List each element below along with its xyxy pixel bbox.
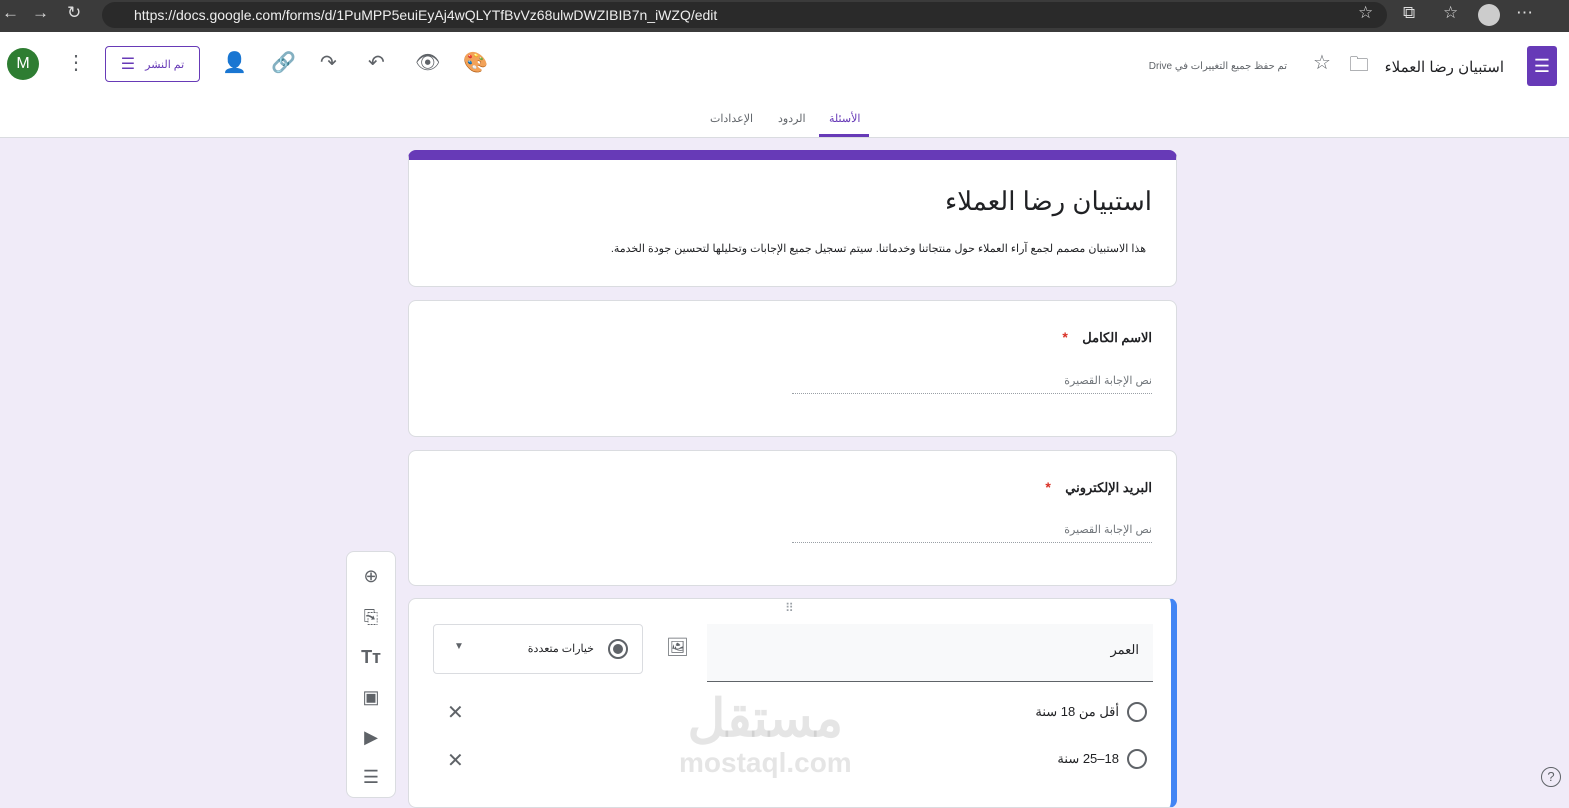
- help-icon[interactable]: ?: [1541, 767, 1561, 787]
- favorite-icon[interactable]: ☆: [1358, 3, 1373, 23]
- question-type-dropdown[interactable]: ▼ خيارات متعددة: [433, 624, 643, 674]
- add-title-icon[interactable]: Tт: [359, 647, 383, 668]
- option-row[interactable]: أقل من 18 سنة: [1035, 702, 1147, 722]
- dropdown-arrow-icon: ▼: [454, 641, 464, 652]
- address-bar[interactable]: https://docs.google.com/forms/d/1PuMPP5e…: [102, 2, 1387, 28]
- reload-icon[interactable]: ↻: [67, 3, 81, 23]
- form-header-card: استبيان رضا العملاء هذا الاستبيان مصمم ل…: [408, 150, 1177, 287]
- add-image-icon[interactable]: ▣: [359, 687, 383, 708]
- short-answer-field: نص الإجابة القصيرة: [792, 523, 1152, 543]
- doc-title[interactable]: استبيان رضا العملاء: [1385, 58, 1504, 76]
- link-icon[interactable]: 🔗: [271, 50, 296, 75]
- floating-toolbar: [346, 551, 396, 798]
- add-section-icon[interactable]: ☰: [359, 767, 383, 788]
- question-card[interactable]: البريد الإلكتروني * نص الإجابة القصيرة: [408, 450, 1177, 586]
- question-title-input[interactable]: العمر: [707, 624, 1153, 682]
- watermark: مستقل mostaql.com: [679, 690, 852, 778]
- add-question-icon[interactable]: ⊕: [359, 566, 383, 587]
- palette-icon[interactable]: 🎨: [463, 50, 488, 75]
- folder-icon[interactable]: 🗀: [1349, 50, 1369, 84]
- tab-responses[interactable]: الردود: [778, 112, 806, 125]
- active-question-card[interactable]: ⠿ العمر 🖼 ▼ خيارات متعددة أقل من 18 سنة …: [408, 598, 1177, 808]
- form-title[interactable]: استبيان رضا العملاء: [945, 186, 1152, 217]
- radio-icon: [1127, 749, 1147, 769]
- question-title: الاسم الكامل: [1082, 330, 1152, 345]
- form-description[interactable]: هذا الاستبيان مصمم لجمع آراء العملاء حول…: [446, 242, 1146, 255]
- question-card[interactable]: الاسم الكامل * نص الإجابة القصيرة: [408, 300, 1177, 437]
- option-row[interactable]: 18–25 سنة: [1057, 749, 1147, 769]
- add-video-icon[interactable]: ▶: [359, 727, 383, 748]
- add-image-icon[interactable]: 🖼: [666, 637, 689, 658]
- option-label[interactable]: 18–25 سنة: [1057, 751, 1119, 767]
- radio-icon: [1127, 702, 1147, 722]
- active-tab-indicator: [819, 134, 869, 137]
- forward-icon[interactable]: →: [32, 3, 49, 23]
- question-type-label: خيارات متعددة: [527, 643, 594, 655]
- drag-handle-icon[interactable]: ⠿: [785, 601, 794, 615]
- back-icon[interactable]: ←: [2, 3, 19, 23]
- add-collaborator-icon[interactable]: 👤: [222, 50, 247, 75]
- forms-logo-icon[interactable]: ☰: [1527, 46, 1557, 86]
- short-answer-field: نص الإجابة القصيرة: [792, 374, 1152, 394]
- import-questions-icon[interactable]: ⎘: [359, 607, 383, 628]
- redo-icon[interactable]: ↷: [320, 50, 337, 75]
- radio-type-icon: [608, 639, 628, 659]
- tab-settings[interactable]: الإعدادات: [710, 112, 753, 125]
- required-marker: *: [1045, 479, 1051, 495]
- avatar[interactable]: M: [7, 48, 39, 80]
- more-icon[interactable]: ⋯: [1516, 3, 1533, 23]
- tab-questions[interactable]: الأسئلة: [829, 112, 860, 125]
- preview-icon[interactable]: 👁: [415, 50, 440, 75]
- undo-icon[interactable]: ↶: [368, 50, 385, 75]
- extensions-icon[interactable]: ⧉: [1403, 3, 1415, 23]
- required-marker: *: [1062, 329, 1068, 345]
- more-vert-icon[interactable]: ⋮: [66, 50, 86, 75]
- question-title: البريد الإلكتروني: [1065, 480, 1152, 495]
- save-status: تم حفظ جميع التغييرات في Drive: [1148, 61, 1287, 72]
- publish-button[interactable]: ☰ تم النشر: [105, 46, 200, 82]
- favorites-icon[interactable]: ☆: [1443, 3, 1458, 23]
- tune-icon: ☰: [120, 56, 136, 73]
- profile-icon[interactable]: [1478, 4, 1500, 26]
- option-label[interactable]: أقل من 18 سنة: [1035, 704, 1119, 720]
- remove-option-icon[interactable]: ✕: [447, 748, 464, 773]
- remove-option-icon[interactable]: ✕: [447, 700, 464, 725]
- star-icon[interactable]: ☆: [1313, 50, 1331, 75]
- browser-toolbar: ← → ↻ https://docs.google.com/forms/d/1P…: [0, 0, 1569, 32]
